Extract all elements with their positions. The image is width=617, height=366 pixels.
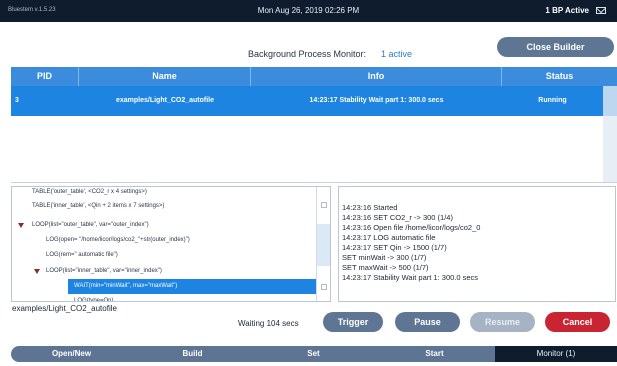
- resume-button[interactable]: Resume: [470, 312, 535, 332]
- script-line[interactable]: TABLE('outer_table', <CO2_r x 4 settings…: [32, 187, 147, 199]
- process-table: PID Name Info Status 3 examples/Light_CO…: [11, 67, 617, 183]
- row-pid: 3: [15, 97, 19, 104]
- monitor-title: Background Process Monitor:: [248, 49, 367, 59]
- row-status: Running: [538, 97, 567, 104]
- nav-tab-set[interactable]: Set: [253, 346, 374, 362]
- log-line: SET maxWait -> 500 (1/7): [342, 263, 429, 272]
- column-header-info[interactable]: Info: [251, 67, 502, 86]
- divider: [11, 182, 617, 183]
- column-header-status[interactable]: Status: [502, 67, 617, 86]
- script-line[interactable]: LOOP(list="outer_table", var="outer_inde…: [32, 218, 149, 232]
- script-panel: TABLE('outer_table', <CO2_r x 4 settings…: [11, 186, 331, 302]
- column-header-name[interactable]: Name: [79, 67, 251, 86]
- nav-tab-build[interactable]: Build: [132, 346, 253, 362]
- close-builder-button[interactable]: Close Builder: [497, 37, 614, 57]
- trigger-button[interactable]: Trigger: [323, 312, 383, 332]
- collapse-triangle-icon[interactable]: [34, 269, 40, 274]
- script-line[interactable]: LOG(type=On): [74, 294, 114, 301]
- breakpoint-checkbox[interactable]: [321, 284, 327, 290]
- log-line: 14:23:17 LOG automatic file: [342, 233, 436, 242]
- script-line[interactable]: LOG(rem=" automatic file"): [46, 248, 118, 262]
- nav-tab-monitor[interactable]: Monitor (1): [495, 346, 617, 362]
- log-line: 14:23:16 SET CO2_r -> 300 (1/4): [342, 213, 453, 222]
- process-table-scroll-thumb[interactable]: [603, 86, 617, 116]
- bp-active-label[interactable]: 1 BP Active: [545, 6, 589, 15]
- row-name: examples/Light_CO2_autofile: [115, 97, 215, 104]
- waiting-status: Waiting 104 secs: [238, 319, 299, 328]
- current-file-label: examples/Light_CO2_autofile: [12, 304, 117, 313]
- script-line[interactable]: TABLE('inner_table', <Qin + 2 items x 7 …: [32, 199, 164, 213]
- script-line[interactable]: LOG(open= "/home/licor/logs/co2_"+str(ou…: [46, 233, 190, 247]
- collapse-triangle-icon[interactable]: [18, 223, 24, 228]
- datetime-label: Mon Aug 26, 2019 02:26 PM: [257, 6, 360, 15]
- cancel-button[interactable]: Cancel: [545, 312, 610, 332]
- log-line: 14:23:16 Started: [342, 203, 398, 212]
- bottom-nav: Open/New Build Set Start Monitor (1): [11, 346, 617, 362]
- pause-button[interactable]: Pause: [395, 312, 460, 332]
- script-scroll-thumb[interactable]: [317, 224, 330, 266]
- column-header-pid[interactable]: PID: [11, 67, 79, 86]
- table-row[interactable]: 3 examples/Light_CO2_autofile 14:23:17 S…: [11, 86, 603, 116]
- script-line[interactable]: LOOP(list="inner_table", var="inner_inde…: [46, 264, 162, 278]
- row-info: 14:23:17 Stability Wait part 1: 300.0 se…: [309, 97, 444, 104]
- log-line: 14:23:16 Open file /home/licor/logs/co2_…: [342, 223, 481, 232]
- script-line-selected[interactable]: WAIT(min="minWait", max="maxWait"): [74, 279, 177, 293]
- top-status-bar: Bluestem v.1.5.23 Mon Aug 26, 2019 02:26…: [0, 0, 617, 22]
- nav-tab-start[interactable]: Start: [374, 346, 495, 362]
- log-line: 14:23:17 Stability Wait part 1: 300.0 se…: [342, 273, 479, 282]
- process-table-header: PID Name Info Status: [11, 67, 617, 86]
- log-line: 14:23:17 SET Qin -> 1500 (1/7): [342, 243, 447, 252]
- mail-icon[interactable]: [596, 7, 606, 14]
- log-panel: 14:23:16 Started 14:23:16 SET CO2_r -> 3…: [338, 186, 616, 302]
- log-line: SET minWait -> 300 (1/7): [342, 253, 427, 262]
- breakpoint-checkbox[interactable]: [321, 202, 327, 208]
- nav-tab-open-new[interactable]: Open/New: [11, 346, 132, 362]
- active-count: 1 active: [381, 49, 413, 59]
